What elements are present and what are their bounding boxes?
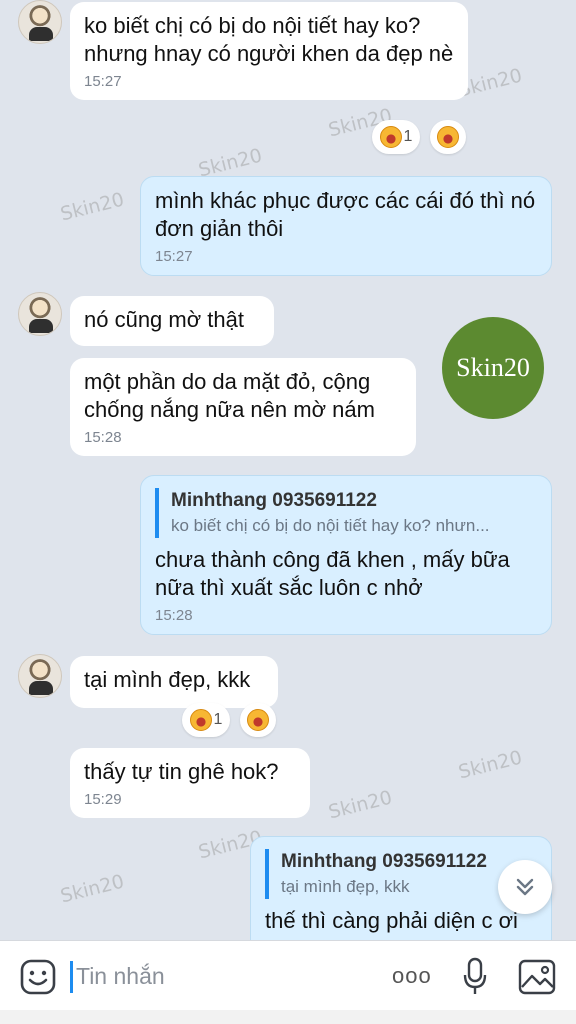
avatar[interactable] xyxy=(18,292,62,336)
message-input[interactable]: Tin nhắn xyxy=(76,959,165,993)
emoji-icon[interactable] xyxy=(20,959,56,995)
chevron-double-down-icon xyxy=(516,878,534,896)
watermark: Skin20 xyxy=(58,188,127,226)
avatar[interactable] xyxy=(18,654,62,698)
quote-snippet: ko biết chị có bị do nội tiết hay ko? nh… xyxy=(171,516,490,535)
microphone-icon[interactable] xyxy=(462,957,488,997)
message-text: nó cũng mờ thật xyxy=(84,307,244,332)
message-text: ko biết chị có bị do nội tiết hay ko? nh… xyxy=(84,13,454,66)
reaction-count: 1 xyxy=(403,128,413,145)
more-options-button[interactable]: ooo xyxy=(392,963,432,989)
message-text: tại mình đẹp, kkk xyxy=(84,667,251,692)
message-bubble[interactable]: thấy tự tin ghê hok? 15:29 xyxy=(70,748,310,818)
message-time: 15:27 xyxy=(155,248,193,265)
image-icon[interactable] xyxy=(518,959,556,995)
reaction-count: 1 xyxy=(213,711,223,728)
message-bubble[interactable]: Minhthang 0935691122 ko biết chị có bị d… xyxy=(140,475,552,635)
watermark: Skin20 xyxy=(58,870,127,908)
add-reaction-button[interactable] xyxy=(430,120,466,154)
message-bubble[interactable]: mình khác phục được các cái đó thì nó đơ… xyxy=(140,176,552,276)
quote-author: Minhthang 0935691122 xyxy=(281,851,487,872)
message-bubble[interactable]: tại mình đẹp, kkk xyxy=(70,656,278,708)
laugh-emoji-icon xyxy=(247,709,269,731)
message-text: chưa thành công đã khen , mấy bữa nữa th… xyxy=(155,547,510,600)
quoted-message[interactable]: Minhthang 0935691122 ko biết chị có bị d… xyxy=(155,488,537,538)
watermark: Skin20 xyxy=(456,746,525,784)
composer-bar: Tin nhắn ooo xyxy=(0,940,576,1010)
logo-text: Skin20 xyxy=(456,353,530,382)
chat-area[interactable]: Skin20 Skin20 Skin20 Skin20 Skin20 Skin2… xyxy=(0,0,576,940)
message-time: 15:28 xyxy=(84,429,122,446)
add-reaction-button[interactable] xyxy=(240,703,276,737)
message-time: 15:27 xyxy=(84,73,122,90)
avatar[interactable] xyxy=(18,0,62,44)
laugh-emoji-icon xyxy=(437,126,459,148)
watermark: Skin20 xyxy=(326,786,395,824)
quoted-message[interactable]: Minhthang 0935691122 tại mình đẹp, kkk xyxy=(265,849,537,899)
system-nav-bar xyxy=(0,1010,576,1024)
message-time: 15:29 xyxy=(84,791,122,808)
scroll-to-bottom-button[interactable] xyxy=(498,860,552,914)
brand-logo: Skin20 xyxy=(442,317,544,419)
message-text: thế thì càng phải diện c ơi xyxy=(265,908,518,933)
laugh-emoji-icon xyxy=(379,126,402,148)
message-bubble[interactable]: nó cũng mờ thật xyxy=(70,296,274,346)
reaction-badge[interactable]: 1 xyxy=(182,703,230,737)
message-text: mình khác phục được các cái đó thì nó đơ… xyxy=(155,188,536,241)
message-text: thấy tự tin ghê hok? xyxy=(84,759,279,784)
reaction-badge[interactable]: 1 xyxy=(372,120,420,154)
laugh-emoji-icon xyxy=(189,709,212,731)
message-time: 15:28 xyxy=(155,607,193,624)
message-text: một phần do da mặt đỏ, cộng chống nắng n… xyxy=(84,369,375,422)
message-bubble[interactable]: một phần do da mặt đỏ, cộng chống nắng n… xyxy=(70,358,416,456)
message-bubble[interactable]: ko biết chị có bị do nội tiết hay ko? nh… xyxy=(70,2,468,100)
text-cursor xyxy=(70,961,73,993)
quote-author: Minhthang 0935691122 xyxy=(171,490,377,511)
